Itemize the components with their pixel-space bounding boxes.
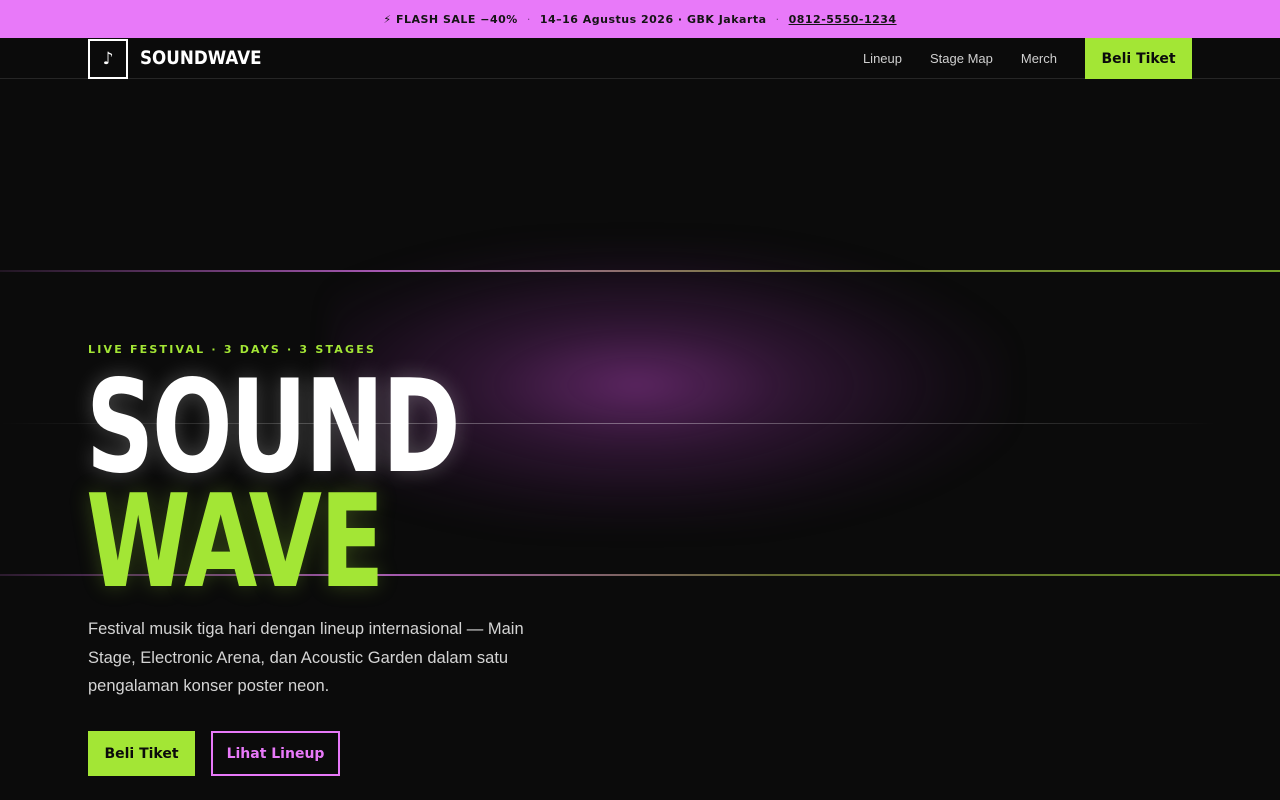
hero-description: Festival musik tiga hari dengan lineup i…: [88, 620, 524, 695]
nav-link-merch[interactable]: Merch: [1021, 51, 1057, 66]
neon-line-decoration: [0, 270, 1280, 272]
event-info-text: 14–16 Agustus 2026 · GBK Jakarta: [539, 12, 767, 26]
nav-link-lineup[interactable]: Lineup: [863, 51, 902, 66]
nav-link-stage-map[interactable]: Stage Map: [930, 51, 993, 66]
separator: ·: [526, 12, 531, 26]
hero-section: LIVE FESTIVAL · 3 DAYS · 3 STAGES SOUND …: [0, 80, 1280, 800]
brand-logo-text[interactable]: SOUNDWAVE: [140, 47, 262, 69]
hero-title-line2: WAVE: [86, 468, 384, 617]
separator: ·: [775, 12, 780, 26]
flash-sale-text: ⚡ FLASH SALE −40%: [383, 12, 518, 26]
top-navigation: ♪ SOUNDWAVE Lineup Stage Map Merch Beli …: [0, 38, 1280, 79]
phone-link[interactable]: 0812-5550-1234: [789, 13, 897, 26]
buy-ticket-nav-button[interactable]: Beli Tiket: [1085, 38, 1192, 79]
view-lineup-button[interactable]: Lihat Lineup: [211, 731, 340, 776]
announcement-bar: ⚡ FLASH SALE −40% · 14–16 Agustus 2026 ·…: [0, 0, 1280, 38]
music-note-icon[interactable]: ♪: [88, 39, 128, 79]
buy-ticket-button[interactable]: Beli Tiket: [88, 731, 195, 776]
nav-links: Lineup Stage Map Merch: [863, 38, 1057, 79]
